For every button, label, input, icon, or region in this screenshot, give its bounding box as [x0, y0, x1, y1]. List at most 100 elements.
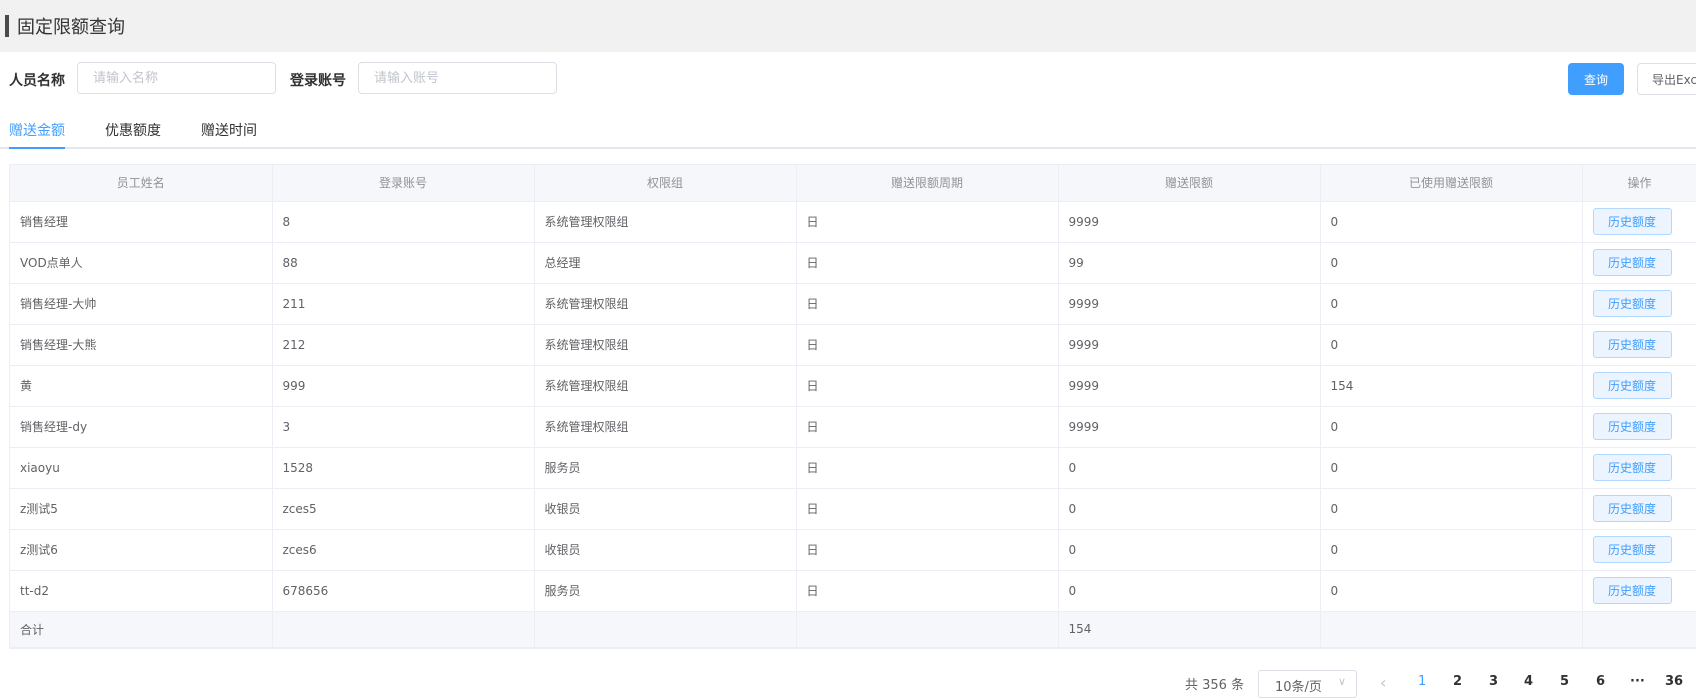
page-2[interactable]: 2	[1453, 674, 1462, 689]
table-row: 销售经理 8 系统管理权限组日 9999 0 历史额度	[10, 201, 1696, 243]
history-limit-button[interactable]: 历史额度	[1592, 331, 1672, 358]
summary-empty-cell	[534, 611, 797, 648]
filter-bar: 人员名称 登录账号 查询 导出Excel	[0, 62, 1696, 96]
cell-gift-limit: 99	[1058, 242, 1321, 284]
page-size-select[interactable]: 10条/页 ∨	[1258, 670, 1357, 698]
cell-permission-group: 总经理	[534, 242, 797, 284]
cell-actions: 历史额度	[1582, 406, 1696, 448]
account-label: 登录账号	[290, 73, 346, 89]
header-login-account[interactable]: 登录账号	[272, 165, 535, 202]
page-title: 固定限额查询	[17, 17, 125, 38]
table-row: z测试6 zces6 收银员日 0 0 历史额度	[10, 529, 1696, 571]
cell-login-account: 999	[272, 365, 535, 407]
limits-table: 员工姓名 登录账号 权限组 赠送限额周期 赠送限额 已使用赠送限额 操作 销售经…	[9, 164, 1696, 649]
table-row: VOD点单人 88 总经理日 99 0 历史额度	[10, 242, 1696, 284]
cell-actions: 历史额度	[1582, 201, 1696, 243]
history-limit-button[interactable]: 历史额度	[1592, 413, 1672, 440]
cell-used-gift-limit: 0	[1320, 242, 1583, 284]
page-ellipsis[interactable]: ···	[1630, 674, 1645, 689]
cell-login-account: 88	[272, 242, 535, 284]
cell-used-gift-limit: 0	[1320, 570, 1583, 612]
page-36[interactable]: 36	[1665, 674, 1683, 689]
table-row: tt-d2 678656 服务员日 0 0 历史额度	[10, 570, 1696, 612]
cell-permission-group: 系统管理权限组	[534, 365, 797, 407]
cell-gift-limit-period: 日	[796, 201, 1059, 243]
cell-used-gift-limit: 154	[1320, 365, 1583, 407]
cell-login-account: 3	[272, 406, 535, 448]
history-limit-button[interactable]: 历史额度	[1592, 290, 1672, 317]
history-limit-button[interactable]: 历史额度	[1592, 536, 1672, 563]
summary-row: 合计 154	[10, 611, 1696, 648]
cell-gift-limit-period: 日	[796, 283, 1059, 325]
history-limit-button[interactable]: 历史额度	[1592, 454, 1672, 481]
cell-used-gift-limit: 0	[1320, 283, 1583, 325]
cell-gift-limit: 9999	[1058, 283, 1321, 325]
cell-gift-limit-period: 日	[796, 324, 1059, 366]
cell-gift-limit: 9999	[1058, 324, 1321, 366]
table-row: 销售经理-dy 3 系统管理权限组日 9999 0 历史额度	[10, 406, 1696, 448]
cell-actions: 历史额度	[1582, 447, 1696, 489]
cell-gift-limit: 0	[1058, 447, 1321, 489]
cell-used-gift-limit: 0	[1320, 488, 1583, 530]
history-limit-button[interactable]: 历史额度	[1592, 372, 1672, 399]
cell-employee-name: tt-d2	[10, 570, 273, 612]
page-header: 固定限额查询	[0, 0, 1696, 52]
header-gift-limit[interactable]: 赠送限额	[1058, 165, 1321, 202]
cell-used-gift-limit: 0	[1320, 201, 1583, 243]
summary-total: 154	[1058, 611, 1321, 648]
tab-gift-time[interactable]: 赠送时间	[201, 120, 257, 140]
header-used-gift-limit[interactable]: 已使用赠送限额	[1320, 165, 1583, 202]
cell-gift-limit-period: 日	[796, 447, 1059, 489]
cell-actions: 历史额度	[1582, 242, 1696, 284]
export-excel-button[interactable]: 导出Excel	[1637, 63, 1696, 95]
cell-login-account: zces6	[272, 529, 535, 571]
header-gift-limit-period[interactable]: 赠送限额周期	[796, 165, 1059, 202]
table-row: 黄 999 系统管理权限组日 9999 154 历史额度	[10, 365, 1696, 407]
summary-empty-cell	[796, 611, 1059, 648]
cell-employee-name: 销售经理	[10, 201, 273, 243]
page-5[interactable]: 5	[1560, 674, 1569, 689]
cell-used-gift-limit: 0	[1320, 324, 1583, 366]
table-row: xiaoyu 1528 服务员日 0 0 历史额度	[10, 447, 1696, 489]
name-input[interactable]	[77, 62, 276, 94]
cell-gift-limit: 9999	[1058, 406, 1321, 448]
history-limit-button[interactable]: 历史额度	[1592, 249, 1672, 276]
cell-gift-limit-period: 日	[796, 488, 1059, 530]
active-tab-underline	[9, 147, 65, 149]
summary-empty-cell	[272, 611, 535, 648]
history-limit-button[interactable]: 历史额度	[1592, 495, 1672, 522]
page-1[interactable]: 1	[1418, 674, 1426, 689]
header-permission-group[interactable]: 权限组	[534, 165, 797, 202]
cell-gift-limit: 0	[1058, 488, 1321, 530]
tab-gift-amount[interactable]: 赠送金额	[9, 120, 65, 140]
cell-actions: 历史额度	[1582, 365, 1696, 407]
cell-used-gift-limit: 0	[1320, 406, 1583, 448]
chevron-down-icon: ∨	[1337, 675, 1346, 688]
summary-empty-cell	[1320, 611, 1583, 648]
history-limit-button[interactable]: 历史额度	[1592, 208, 1672, 235]
account-input[interactable]	[358, 62, 557, 94]
cell-employee-name: 销售经理-大熊	[10, 324, 273, 366]
cell-gift-limit: 9999	[1058, 365, 1321, 407]
cell-employee-name: VOD点单人	[10, 242, 273, 284]
page-3[interactable]: 3	[1489, 674, 1498, 689]
page-4[interactable]: 4	[1524, 674, 1533, 689]
page-6[interactable]: 6	[1596, 674, 1605, 689]
cell-gift-limit-period: 日	[796, 406, 1059, 448]
query-button[interactable]: 查询	[1568, 63, 1624, 95]
cell-actions: 历史额度	[1582, 283, 1696, 325]
cell-gift-limit-period: 日	[796, 365, 1059, 407]
history-limit-button[interactable]: 历史额度	[1592, 577, 1672, 604]
cell-employee-name: 黄	[10, 365, 273, 407]
cell-login-account: zces5	[272, 488, 535, 530]
header-employee-name[interactable]: 员工姓名	[10, 165, 273, 202]
cell-employee-name: z测试5	[10, 488, 273, 530]
table-row: 销售经理-大帅 211 系统管理权限组日 9999 0 历史额度	[10, 283, 1696, 325]
name-label: 人员名称	[9, 73, 65, 89]
header-actions: 操作	[1582, 165, 1696, 202]
cell-login-account: 1528	[272, 447, 535, 489]
cell-employee-name: xiaoyu	[10, 447, 273, 489]
tab-discount-amount[interactable]: 优惠额度	[105, 120, 161, 140]
chevron-left-icon[interactable]: ‹	[1380, 673, 1386, 692]
cell-actions: 历史额度	[1582, 570, 1696, 612]
